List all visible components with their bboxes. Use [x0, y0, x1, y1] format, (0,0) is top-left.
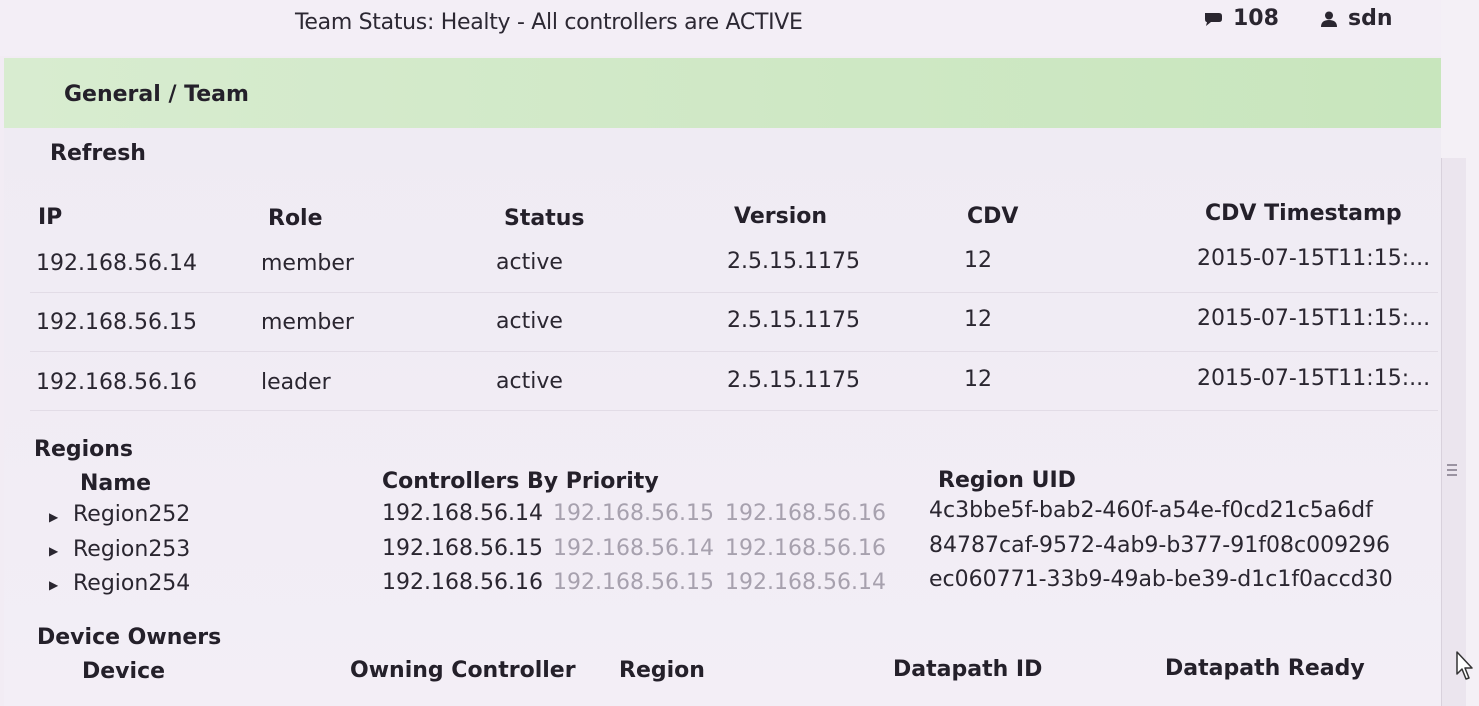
region-secondary-controller: 192.168.56.14: [553, 536, 714, 561]
table-cell-role: leader: [261, 370, 331, 395]
device-owners-section-title: Device Owners: [37, 625, 222, 650]
region-name[interactable]: Region252: [73, 502, 190, 527]
alerts-indicator[interactable]: 108: [1203, 6, 1279, 31]
mouse-pointer-icon: [1455, 650, 1477, 686]
table-cell-role: member: [261, 251, 354, 276]
region-name[interactable]: Region253: [73, 537, 190, 562]
region-secondary-controller: 192.168.56.15: [553, 501, 714, 526]
regions-header-uid: Region UID: [938, 468, 1076, 493]
expand-caret-icon[interactable]: ▶: [49, 510, 58, 524]
device-owners-header-region: Region: [619, 658, 705, 683]
expand-caret-icon[interactable]: ▶: [49, 544, 58, 558]
column-header-status[interactable]: Status: [504, 206, 584, 231]
regions-section-title: Regions: [34, 437, 134, 462]
refresh-link[interactable]: Refresh: [50, 141, 146, 166]
expand-caret-icon[interactable]: ▶: [49, 578, 58, 592]
region-primary-controller: 192.168.56.15: [382, 536, 543, 561]
table-cell-cdv: 12: [964, 248, 992, 273]
device-owners-header-datapath-id: Datapath ID: [893, 657, 1043, 682]
region-primary-controller: 192.168.56.14: [382, 501, 543, 526]
row-divider: [30, 292, 1438, 293]
column-header-cdv[interactable]: CDV: [967, 204, 1018, 229]
table-cell-cdv-timestamp: 2015-07-15T11:15:...: [1197, 306, 1431, 331]
region-primary-controller: 192.168.56.16: [382, 570, 543, 595]
table-cell-cdv: 12: [964, 307, 992, 332]
alerts-flag-icon: [1203, 11, 1223, 27]
table-cell-version: 2.5.15.1175: [727, 368, 860, 393]
user-icon: [1320, 10, 1338, 28]
region-uid: 4c3bbe5f-bab2-460f-a54e-f0cd21c5a6df: [929, 498, 1373, 523]
table-cell-status: active: [496, 250, 563, 275]
table-cell-version: 2.5.15.1175: [727, 249, 860, 274]
table-cell-cdv-timestamp: 2015-07-15T11:15:...: [1197, 246, 1431, 271]
table-cell-ip: 192.168.56.14: [36, 251, 197, 276]
table-cell-ip: 192.168.56.16: [36, 370, 197, 395]
breadcrumb: General / Team: [64, 82, 249, 107]
device-owners-header-datapath-ready: Datapath Ready: [1165, 656, 1365, 681]
device-owners-header-device: Device: [82, 659, 166, 684]
username: sdn: [1348, 6, 1393, 31]
scrollbar-grip-icon[interactable]: [1447, 464, 1457, 482]
region-secondary-controller: 192.168.56.14: [725, 570, 886, 595]
vertical-scrollbar[interactable]: [1441, 158, 1466, 706]
table-cell-cdv-timestamp: 2015-07-15T11:15:...: [1197, 366, 1431, 391]
regions-header-controllers: Controllers By Priority: [382, 469, 659, 494]
region-name[interactable]: Region254: [73, 571, 190, 596]
column-header-role[interactable]: Role: [268, 206, 323, 231]
regions-header-name: Name: [80, 471, 152, 496]
region-uid: ec060771-33b9-49ab-be39-d1c1f0accd30: [929, 567, 1393, 592]
row-divider: [30, 351, 1438, 352]
region-secondary-controller: 192.168.56.16: [725, 536, 886, 561]
column-header-version[interactable]: Version: [734, 204, 827, 229]
row-divider: [30, 410, 1438, 411]
device-owners-header-owning-controller: Owning Controller: [350, 658, 576, 683]
table-cell-cdv: 12: [964, 367, 992, 392]
table-cell-version: 2.5.15.1175: [727, 308, 860, 333]
table-cell-role: member: [261, 310, 354, 335]
user-menu[interactable]: sdn: [1320, 6, 1393, 31]
region-secondary-controller: 192.168.56.15: [553, 570, 714, 595]
region-secondary-controller: 192.168.56.16: [725, 501, 886, 526]
table-cell-ip: 192.168.56.15: [36, 310, 197, 335]
column-header-ip[interactable]: IP: [38, 205, 62, 230]
team-status-text: Team Status: Healty - All controllers ar…: [295, 10, 803, 35]
region-uid: 84787caf-9572-4ab9-b377-91f08c009296: [929, 533, 1391, 558]
table-cell-status: active: [496, 369, 563, 394]
table-cell-status: active: [496, 309, 563, 334]
column-header-cdv-timestamp[interactable]: CDV Timestamp: [1205, 201, 1402, 226]
alerts-count: 108: [1233, 6, 1279, 31]
